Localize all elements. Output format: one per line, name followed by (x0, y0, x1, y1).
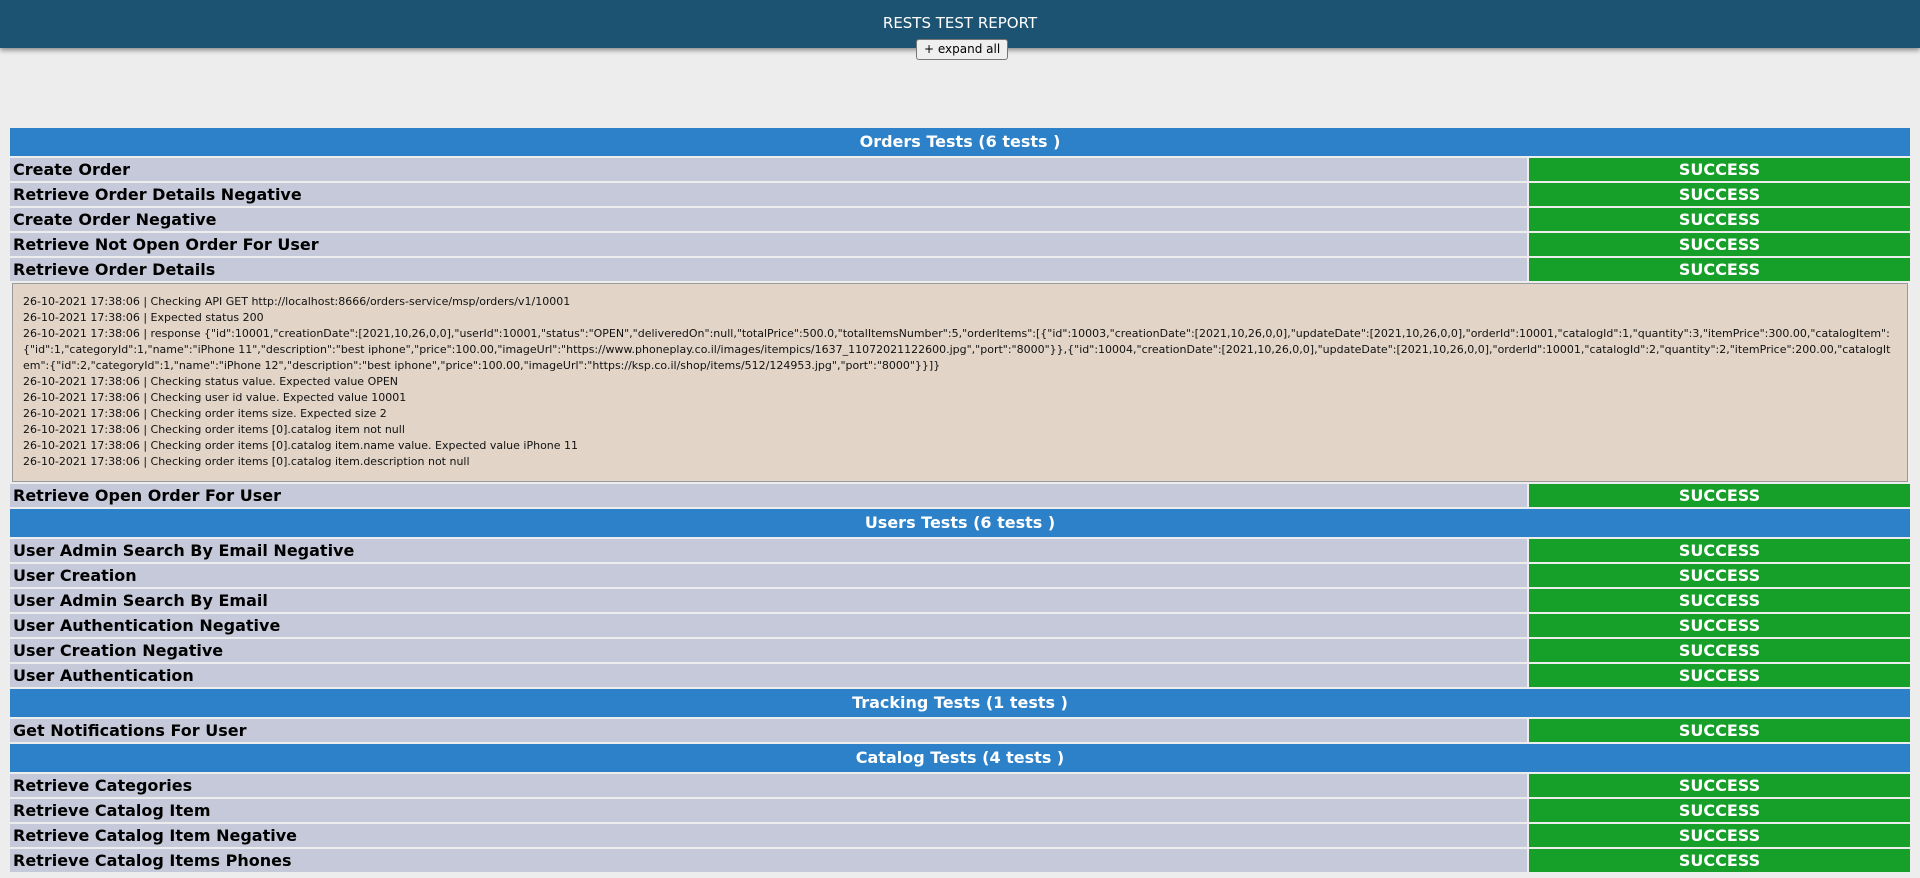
test-row[interactable]: Retrieve Catalog Items Phones SUCCESS (10, 849, 1910, 872)
log-line: 26-10-2021 17:38:06 | Checking order ite… (23, 407, 387, 420)
test-row[interactable]: Retrieve Catalog Item SUCCESS (10, 799, 1910, 822)
test-row[interactable]: User Creation SUCCESS (10, 564, 1910, 587)
test-row-expanded[interactable]: Retrieve Order Details SUCCESS (10, 258, 1910, 281)
expand-all-button[interactable]: + expand all (916, 39, 1009, 60)
test-name: Retrieve Catalog Item (10, 799, 1527, 822)
test-name: Create Order (10, 158, 1527, 181)
test-name: User Creation (10, 564, 1527, 587)
test-name: Retrieve Categories (10, 774, 1527, 797)
test-row[interactable]: Retrieve Categories SUCCESS (10, 774, 1910, 797)
status-badge: SUCCESS (1529, 614, 1910, 637)
test-row[interactable]: Create Order Negative SUCCESS (10, 208, 1910, 231)
test-name: Retrieve Open Order For User (10, 484, 1527, 507)
test-row[interactable]: Retrieve Order Details Negative SUCCESS (10, 183, 1910, 206)
report-title: RESTS TEST REPORT (882, 14, 1038, 32)
test-name: User Authentication (10, 664, 1527, 687)
status-badge: SUCCESS (1529, 664, 1910, 687)
status-badge: SUCCESS (1529, 258, 1910, 281)
test-name: Retrieve Catalog Item Negative (10, 824, 1527, 847)
test-row[interactable]: Retrieve Open Order For User SUCCESS (10, 484, 1910, 507)
test-name: User Admin Search By Email Negative (10, 539, 1527, 562)
status-badge: SUCCESS (1529, 799, 1910, 822)
status-badge: SUCCESS (1529, 158, 1910, 181)
test-row[interactable]: User Authentication SUCCESS (10, 664, 1910, 687)
test-log-panel: 26-10-2021 17:38:06 | Checking API GET h… (12, 283, 1908, 482)
test-name: User Admin Search By Email (10, 589, 1527, 612)
status-badge: SUCCESS (1529, 564, 1910, 587)
test-name: Retrieve Order Details Negative (10, 183, 1527, 206)
test-row[interactable]: User Admin Search By Email SUCCESS (10, 589, 1910, 612)
status-badge: SUCCESS (1529, 639, 1910, 662)
suite-header-tracking[interactable]: Tracking Tests (1 tests ) (10, 689, 1910, 717)
test-name: User Creation Negative (10, 639, 1527, 662)
status-badge: SUCCESS (1529, 233, 1910, 256)
test-row[interactable]: User Creation Negative SUCCESS (10, 639, 1910, 662)
log-line: 26-10-2021 17:38:06 | Checking order ite… (23, 455, 470, 468)
status-badge: SUCCESS (1529, 589, 1910, 612)
test-name: Get Notifications For User (10, 719, 1527, 742)
test-row[interactable]: Create Order SUCCESS (10, 158, 1910, 181)
test-row[interactable]: Retrieve Not Open Order For User SUCCESS (10, 233, 1910, 256)
test-name: Retrieve Catalog Items Phones (10, 849, 1527, 872)
log-line: 26-10-2021 17:38:06 | Checking order ite… (23, 439, 579, 452)
status-badge: SUCCESS (1529, 208, 1910, 231)
status-badge: SUCCESS (1529, 849, 1910, 872)
report-body: Orders Tests (6 tests ) Create Order SUC… (10, 128, 1910, 874)
test-name: Create Order Negative (10, 208, 1527, 231)
log-line: 26-10-2021 17:38:06 | Checking user id v… (23, 391, 407, 404)
test-name: Retrieve Order Details (10, 258, 1527, 281)
status-badge: SUCCESS (1529, 183, 1910, 206)
log-line: 26-10-2021 17:38:06 | Checking API GET h… (23, 295, 571, 308)
log-line: 26-10-2021 17:38:06 | Checking status va… (23, 375, 399, 388)
test-name: Retrieve Not Open Order For User (10, 233, 1527, 256)
test-row[interactable]: Retrieve Catalog Item Negative SUCCESS (10, 824, 1910, 847)
log-line: 26-10-2021 17:38:06 | Expected status 20… (23, 311, 264, 324)
suite-header-users[interactable]: Users Tests (6 tests ) (10, 509, 1910, 537)
test-row[interactable]: User Admin Search By Email Negative SUCC… (10, 539, 1910, 562)
suite-header-orders[interactable]: Orders Tests (6 tests ) (10, 128, 1910, 156)
status-badge: SUCCESS (1529, 719, 1910, 742)
suite-header-catalog[interactable]: Catalog Tests (4 tests ) (10, 744, 1910, 772)
test-row[interactable]: User Authentication Negative SUCCESS (10, 614, 1910, 637)
test-row[interactable]: Get Notifications For User SUCCESS (10, 719, 1910, 742)
log-line: 26-10-2021 17:38:06 | response {"id":100… (23, 327, 1891, 372)
status-badge: SUCCESS (1529, 774, 1910, 797)
test-name: User Authentication Negative (10, 614, 1527, 637)
status-badge: SUCCESS (1529, 539, 1910, 562)
status-badge: SUCCESS (1529, 824, 1910, 847)
status-badge: SUCCESS (1529, 484, 1910, 507)
log-line: 26-10-2021 17:38:06 | Checking order ite… (23, 423, 405, 436)
